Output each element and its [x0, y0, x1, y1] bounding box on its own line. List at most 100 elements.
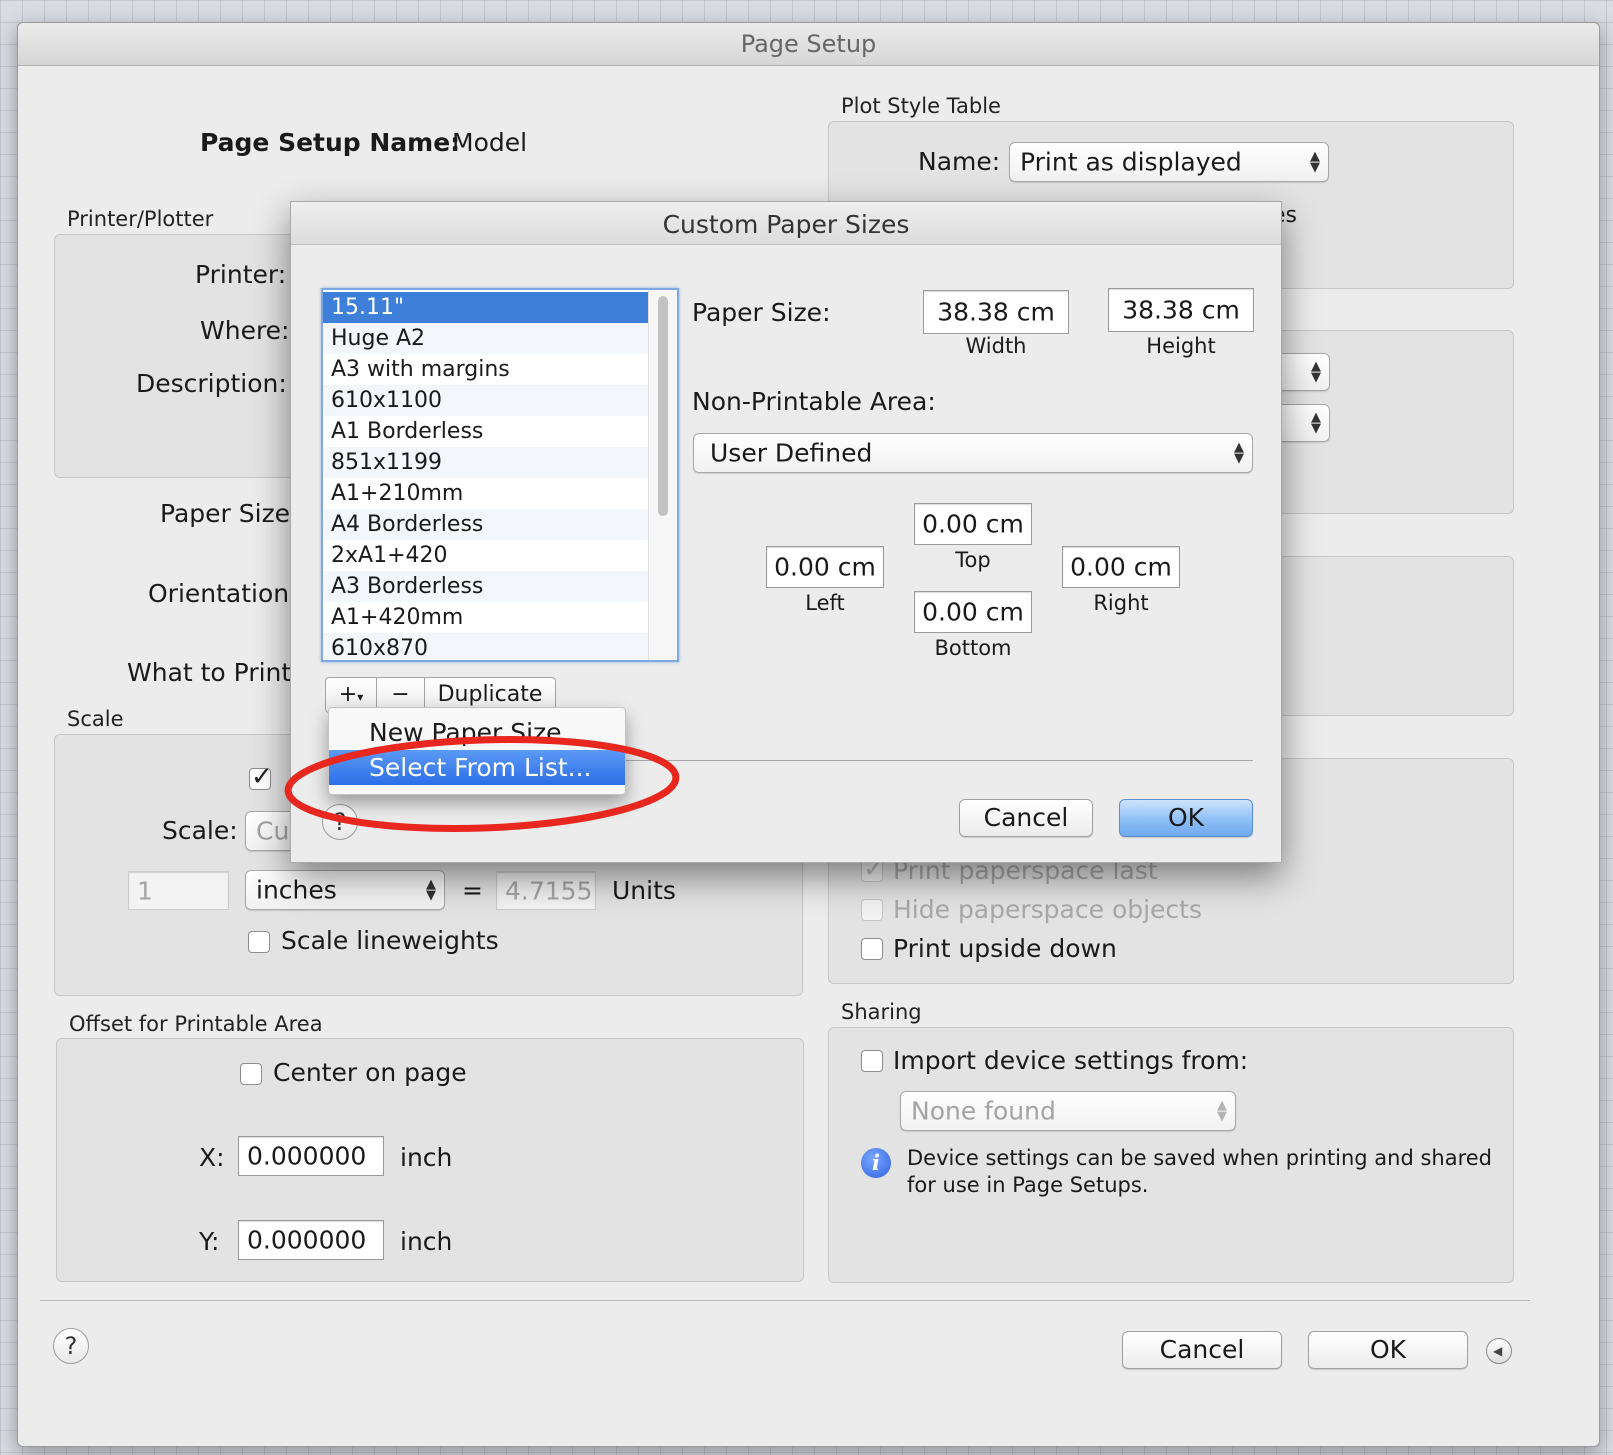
width-field[interactable]: 38.38 cm: [923, 290, 1069, 334]
width-label: Width: [965, 334, 1027, 358]
plot-style-group-label: Plot Style Table: [841, 94, 1001, 118]
y-offset-unit: inch: [400, 1227, 453, 1256]
sheet-ok-button[interactable]: OK: [1119, 799, 1253, 837]
bottom-margin-label: Bottom: [934, 636, 1012, 660]
what-to-print-label: What to Print:: [127, 658, 300, 687]
page-setup-name-value: Model: [452, 128, 528, 157]
y-offset-field[interactable]: 0.000000: [238, 1220, 384, 1260]
bottom-margin-field[interactable]: 0.00 cm: [914, 591, 1032, 633]
x-offset-value: 0.000000: [247, 1141, 367, 1171]
x-offset-unit: inch: [400, 1143, 453, 1172]
fit-to-paper-checkbox[interactable]: ✓: [249, 762, 273, 792]
window-titlebar[interactable]: Page Setup: [18, 23, 1599, 66]
scale-units-field[interactable]: 1: [128, 871, 229, 910]
scale-lineweights-checkbox[interactable]: [248, 931, 270, 953]
top-margin-field[interactable]: 0.00 cm: [914, 503, 1032, 545]
list-item[interactable]: 610x1100: [323, 385, 650, 416]
popup-arrows-icon: ▲ ▼: [1217, 1098, 1227, 1124]
top-margin-value: 0.00 cm: [922, 509, 1024, 539]
popup-arrows-icon: ▲ ▼: [1311, 359, 1321, 385]
ok-button[interactable]: OK: [1308, 1331, 1468, 1369]
cancel-button[interactable]: Cancel: [1122, 1331, 1282, 1369]
drawing-units-label: Units: [612, 876, 676, 905]
drawing-units-value: 4.7155: [505, 876, 593, 905]
list-item[interactable]: A4 Borderless: [323, 509, 650, 540]
list-item[interactable]: Huge A2: [323, 323, 650, 354]
paperspace-last-checkbox[interactable]: ✓: [861, 854, 885, 884]
where-label: Where:: [200, 316, 290, 345]
sharing-info-line1: Device settings can be saved when printi…: [907, 1146, 1493, 1170]
y-offset-label: Y:: [199, 1227, 220, 1256]
sharing-group-label: Sharing: [841, 1000, 922, 1024]
orientation-label: Orientation:: [148, 579, 298, 608]
list-item[interactable]: 610x870: [323, 633, 650, 660]
x-offset-field[interactable]: 0.000000: [238, 1136, 384, 1176]
popup-arrows-icon: ▲ ▼: [1234, 440, 1244, 466]
height-value: 38.38 cm: [1122, 295, 1240, 325]
sheet-title: Custom Paper Sizes: [662, 210, 910, 239]
list-item[interactable]: A1+210mm: [323, 478, 650, 509]
right-margin-label: Right: [1093, 591, 1149, 615]
units-popup[interactable]: inches ▲ ▼: [245, 870, 445, 910]
right-margin-value: 0.00 cm: [1070, 552, 1172, 582]
sheet-divider: [621, 760, 1253, 761]
checkmark-icon: ✓: [251, 762, 273, 792]
list-item[interactable]: A3 with margins: [323, 354, 650, 385]
plot-style-popup-value: Print as displayed: [1020, 147, 1242, 177]
top-margin-label: Top: [955, 548, 991, 572]
sheet-cancel-button[interactable]: Cancel: [959, 799, 1093, 837]
units-popup-value: inches: [256, 875, 337, 905]
bottom-margin-value: 0.00 cm: [922, 597, 1024, 627]
hide-paperspace-label: Hide paperspace objects: [893, 895, 1203, 924]
list-item[interactable]: 851x1199: [323, 447, 650, 478]
offset-group-label: Offset for Printable Area: [69, 1012, 323, 1036]
paper-size-list[interactable]: 15.11" Huge A2 A3 with margins 610x1100 …: [321, 288, 679, 662]
info-icon: i: [861, 1148, 891, 1178]
upside-down-checkbox[interactable]: [861, 938, 883, 960]
device-settings-popup[interactable]: None found ▲ ▼: [900, 1091, 1236, 1131]
scale-lineweights-label: Scale lineweights: [281, 926, 499, 955]
footer-divider: [40, 1300, 1530, 1301]
popup-arrows-icon: ▲ ▼: [426, 877, 436, 903]
plot-style-popup[interactable]: Print as displayed ▲ ▼: [1009, 142, 1329, 182]
non-printable-area-value: User Defined: [710, 438, 873, 468]
scale-units-value: 1: [137, 876, 153, 905]
non-printable-area-label: Non-Printable Area:: [692, 387, 936, 416]
list-item[interactable]: A3 Borderless: [323, 571, 650, 602]
help-button[interactable]: ?: [53, 1328, 89, 1364]
printer-plotter-group-label: Printer/Plotter: [67, 207, 214, 231]
scrollbar-thumb[interactable]: [658, 296, 668, 516]
paper-size-label: Paper Size:: [160, 499, 299, 528]
import-settings-checkbox[interactable]: [861, 1050, 883, 1072]
list-item[interactable]: A1 Borderless: [323, 416, 650, 447]
list-item[interactable]: A1+420mm: [323, 602, 650, 633]
sharing-info-line2: for use in Page Setups.: [907, 1173, 1149, 1197]
center-on-page-checkbox[interactable]: [240, 1063, 262, 1085]
hide-paperspace-checkbox[interactable]: [861, 899, 883, 921]
plot-style-name-label: Name:: [918, 147, 1001, 176]
description-label: Description:: [136, 369, 287, 398]
list-scrollbar[interactable]: [648, 290, 677, 660]
triangle-left-icon: ◀: [1493, 1344, 1503, 1358]
scale-group-label: Scale: [67, 707, 124, 731]
y-offset-value: 0.000000: [247, 1225, 367, 1255]
height-field[interactable]: 38.38 cm: [1108, 288, 1254, 332]
height-label: Height: [1146, 334, 1216, 358]
disclosure-button[interactable]: ◀: [1486, 1338, 1512, 1364]
import-settings-label: Import device settings from:: [893, 1046, 1249, 1075]
left-margin-label: Left: [805, 591, 845, 615]
list-item[interactable]: 15.11": [323, 292, 650, 323]
paper-size-label: Paper Size:: [692, 298, 831, 327]
right-margin-field[interactable]: 0.00 cm: [1062, 546, 1180, 588]
left-margin-field[interactable]: 0.00 cm: [766, 546, 884, 588]
width-value: 38.38 cm: [937, 297, 1055, 327]
drawing-units-field[interactable]: 4.7155: [496, 871, 596, 910]
list-item[interactable]: 2xA1+420: [323, 540, 650, 571]
x-offset-label: X:: [199, 1143, 225, 1172]
popup-arrows-icon: ▲ ▼: [1311, 410, 1321, 436]
chevron-down-icon: ▾: [357, 690, 364, 704]
device-settings-popup-value: None found: [911, 1096, 1056, 1126]
page-setup-name-label: Page Setup Name:: [200, 128, 461, 157]
annotation-ellipse: [284, 736, 680, 832]
non-printable-area-popup[interactable]: User Defined ▲ ▼: [693, 433, 1253, 473]
